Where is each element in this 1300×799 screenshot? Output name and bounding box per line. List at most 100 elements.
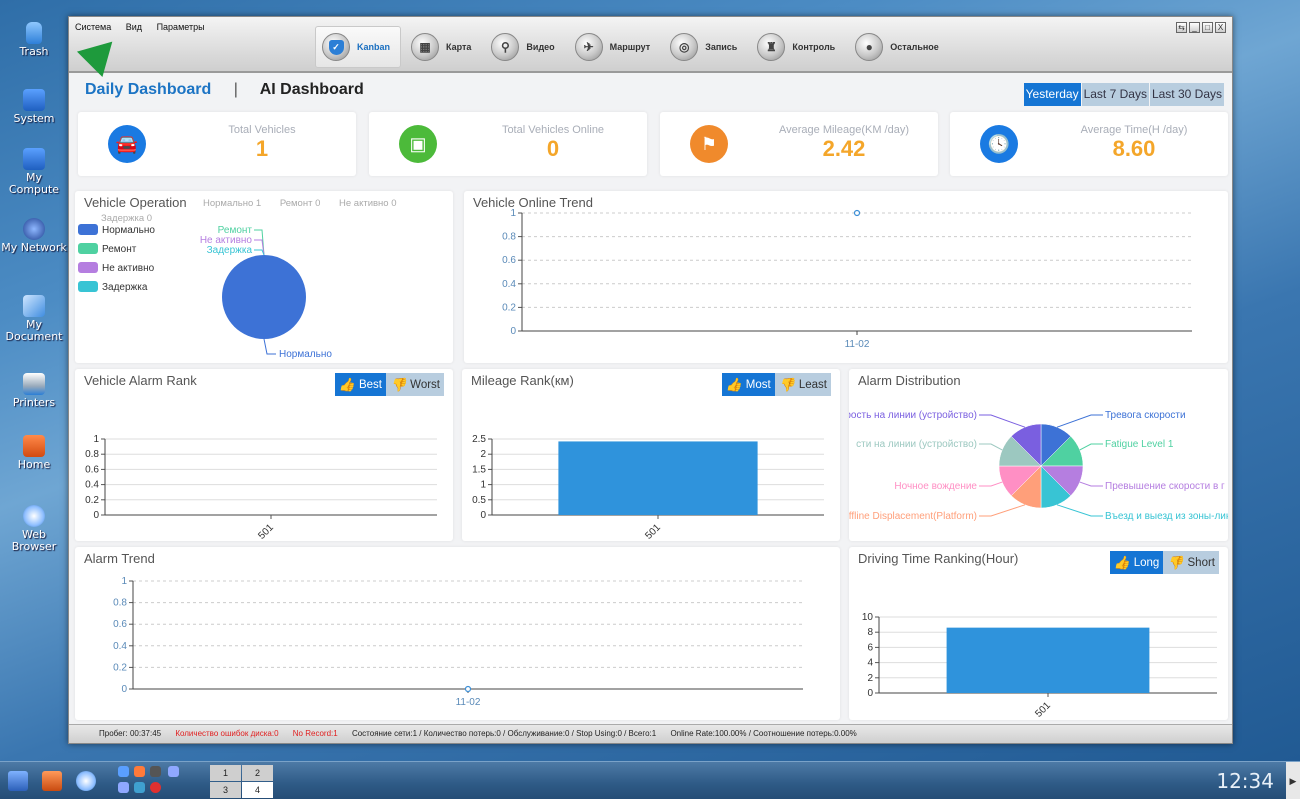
label-line <box>979 414 1026 428</box>
y-tick-label: 2 <box>867 673 873 684</box>
desktop-icon-trash[interactable]: Trash <box>0 22 68 58</box>
data-point <box>853 209 861 217</box>
printer-icon <box>23 373 45 395</box>
minimize-icon[interactable]: _ <box>1189 22 1200 33</box>
mileage-rank-panel: Mileage Rank(км) 👍 Most 👎 Least 0 0.5 1 1.5 2 2… <box>462 369 840 541</box>
status-bar: Пробег: 00:37:45 Количество ошибок диска… <box>69 724 1232 743</box>
launcher-edit-icon[interactable] <box>118 782 129 793</box>
period-last-7-days[interactable]: Last 7 Days <box>1081 83 1149 106</box>
workspace-4[interactable]: 4 <box>242 782 273 798</box>
pie-label: Нормально <box>279 349 332 360</box>
nav-video[interactable]: ⚲ Видео <box>485 26 564 68</box>
browser-icon[interactable] <box>76 771 96 791</box>
nav-route[interactable]: ✈ Маршрут <box>569 26 661 68</box>
data-point <box>464 685 472 693</box>
driving-time-ranking-panel: Driving Time Ranking(Hour) 👍 Long 👎 Short … <box>849 547 1228 720</box>
pie-label: Тревога скорости <box>1105 410 1186 421</box>
control-icon: ♜ <box>757 33 786 61</box>
desktop-icon-system[interactable]: System <box>0 89 68 125</box>
switch-icon[interactable]: ⇆ <box>1176 22 1187 33</box>
launcher-tool-icon[interactable] <box>168 766 179 777</box>
desktop-icon-my-computer[interactable]: My Compute <box>0 148 68 196</box>
y-tick-label: 4 <box>867 658 873 669</box>
tab-ai-dashboard[interactable]: AI Dashboard <box>260 81 364 98</box>
y-tick-label: 0.8 <box>502 232 516 243</box>
vehicle-online-trend-panel: Vehicle Online Trend 0 0.2 0.4 0.6 0.8 1 11-02 <box>464 191 1228 363</box>
close-icon[interactable]: X <box>1215 22 1226 33</box>
period-yesterday[interactable]: Yesterday <box>1023 83 1081 106</box>
y-tick-label: 0 <box>510 326 516 337</box>
home-icon[interactable] <box>42 771 62 791</box>
browser-icon <box>23 505 45 527</box>
legend-swatch <box>78 262 98 273</box>
video-icon: ⚲ <box>491 33 520 61</box>
period-last-30-days[interactable]: Last 30 Days <box>1149 83 1224 106</box>
nav-label: Видео <box>526 42 555 52</box>
launcher-terminal-icon[interactable] <box>150 766 161 777</box>
stat-label: Total Vehicles Online <box>501 124 605 136</box>
stat-value: 2.42 <box>822 136 866 161</box>
workspace-2[interactable]: 2 <box>242 765 273 781</box>
label-line <box>1056 504 1103 517</box>
nav-kanban[interactable]: ✓ Kanban <box>315 26 402 68</box>
desktop-icon-my-documents[interactable]: My Document <box>0 295 68 343</box>
alarm-distribution-chart: Тревога скорости Fatigue Level 1 Превышени… <box>849 410 1228 522</box>
clock: 12:34 <box>1216 769 1274 793</box>
y-tick-label: 1 <box>93 434 99 445</box>
system-icon <box>23 89 45 111</box>
workspace-1[interactable]: 1 <box>210 765 241 781</box>
other-icon: ● <box>855 33 884 61</box>
pie-label: корость на линии (устройство) <box>849 410 977 421</box>
desktop-icon-label: Printers <box>12 396 56 409</box>
label-line <box>254 249 265 256</box>
pie-label: Ночное вождение <box>894 481 977 492</box>
menu-system[interactable]: Система <box>75 22 111 32</box>
stat-value: 8.60 <box>1112 136 1156 161</box>
launcher-display-icon[interactable] <box>134 782 145 793</box>
y-tick-label: 2 <box>480 449 486 460</box>
alarm-distribution-panel: Alarm Distribution Тревога скорости Fatig… <box>849 369 1228 541</box>
y-tick-label: 0.2 <box>85 495 99 506</box>
status-no-record: No Record:1 <box>292 729 338 738</box>
flag-icon: ⚑ <box>690 125 728 163</box>
nav-other[interactable]: ● Остальное <box>849 26 949 68</box>
x-tick-label: 501 <box>1033 700 1053 720</box>
legend-label: Задержка <box>102 282 148 293</box>
desktop-icon-label: Home <box>17 458 51 471</box>
y-tick-label: 0.4 <box>85 480 99 491</box>
desktop-icon-web-browser[interactable]: Web Browser <box>0 505 68 553</box>
tab-daily-dashboard[interactable]: Daily Dashboard <box>85 81 211 98</box>
period-selector: Yesterday Last 7 Days Last 30 Days <box>1023 83 1224 106</box>
x-tick-label: 501 <box>256 522 276 541</box>
driving-time-ranking-chart: 0 2 4 6 8 10 501 <box>862 612 1217 720</box>
tray-expand-icon[interactable]: ▶ <box>1286 762 1300 799</box>
nav-record[interactable]: ◎ Запись <box>664 26 747 68</box>
y-tick-label: 0.4 <box>113 641 127 652</box>
dashboard-tabs: Daily Dashboard | AI Dashboard <box>85 81 364 99</box>
desktop-icon-printers[interactable]: Printers <box>0 373 68 409</box>
launcher-home-icon[interactable] <box>134 766 145 777</box>
desktop-icon-home[interactable]: Home <box>0 435 68 471</box>
status-mileage: Пробег: 00:37:45 <box>99 729 162 738</box>
nav-control[interactable]: ♜ Контроль <box>751 26 845 68</box>
launcher-arrow-icon[interactable] <box>118 766 129 777</box>
menu-parameters[interactable]: Параметры <box>157 22 205 32</box>
pie-label: Задержка <box>207 245 253 256</box>
y-tick-label: 6 <box>867 642 873 653</box>
legend-label: Не активно <box>102 263 155 274</box>
pie-label: Offline Displacement(Platform) <box>849 511 977 522</box>
y-tick-label: 1 <box>480 480 486 491</box>
nav-map[interactable]: ▦ Карта <box>405 26 481 68</box>
launcher-help-icon[interactable] <box>150 782 161 793</box>
y-tick-label: 8 <box>867 627 873 638</box>
title-bar: Система Вид Параметры ✓ Kanban ▦ Карта ⚲… <box>69 17 1232 78</box>
menu-view[interactable]: Вид <box>126 22 142 32</box>
stat-label: Total Vehicles <box>228 124 296 136</box>
main-nav: ✓ Kanban ▦ Карта ⚲ Видео ✈ Маршрут ◎ Зап… <box>315 26 953 68</box>
y-tick-label: 0.2 <box>502 302 516 313</box>
desktop-icon-my-network[interactable]: My Network <box>0 218 68 254</box>
start-menu-icon[interactable] <box>8 771 28 791</box>
maximize-icon[interactable]: □ <box>1202 22 1213 33</box>
workspace-3[interactable]: 3 <box>210 782 241 798</box>
y-tick-label: 0.6 <box>113 619 127 630</box>
